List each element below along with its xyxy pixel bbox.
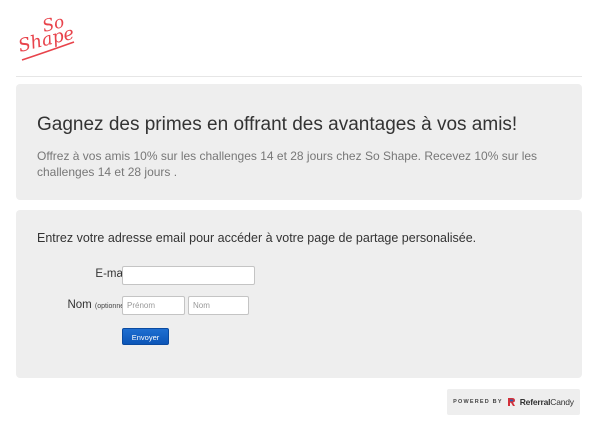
powered-by-badge[interactable]: POWERED BY ReferralCandy (447, 389, 580, 415)
offer-description: Offrez à vos amis 10% sur les challenges… (37, 149, 538, 179)
page-title: Gagnez des primes en offrant des avantag… (37, 114, 518, 135)
referralcandy-brand: ReferralCandy (520, 397, 574, 407)
form-intro: Entrez votre adresse email pour accéder … (37, 231, 477, 245)
referralcandy-logo-icon (507, 398, 515, 406)
submit-button[interactable]: Envoyer (122, 328, 169, 345)
header-divider (16, 76, 582, 77)
offer-panel: Gagnez des primes en offrant des avantag… (16, 84, 582, 200)
last-name-field[interactable] (188, 296, 249, 315)
brand-part-bold: Referral (519, 397, 551, 407)
email-field[interactable] (122, 266, 255, 285)
name-label-text: Nom (67, 299, 92, 311)
first-name-field[interactable] (122, 296, 185, 315)
name-label: Nom (optionnel) (67, 299, 128, 311)
so-shape-logo-icon[interactable]: So Shape (16, 8, 82, 68)
brand-part-regular: Candy (550, 397, 574, 407)
signup-form: Entrez votre adresse email pour accéder … (16, 210, 582, 378)
powered-by-label: POWERED BY (453, 399, 503, 405)
